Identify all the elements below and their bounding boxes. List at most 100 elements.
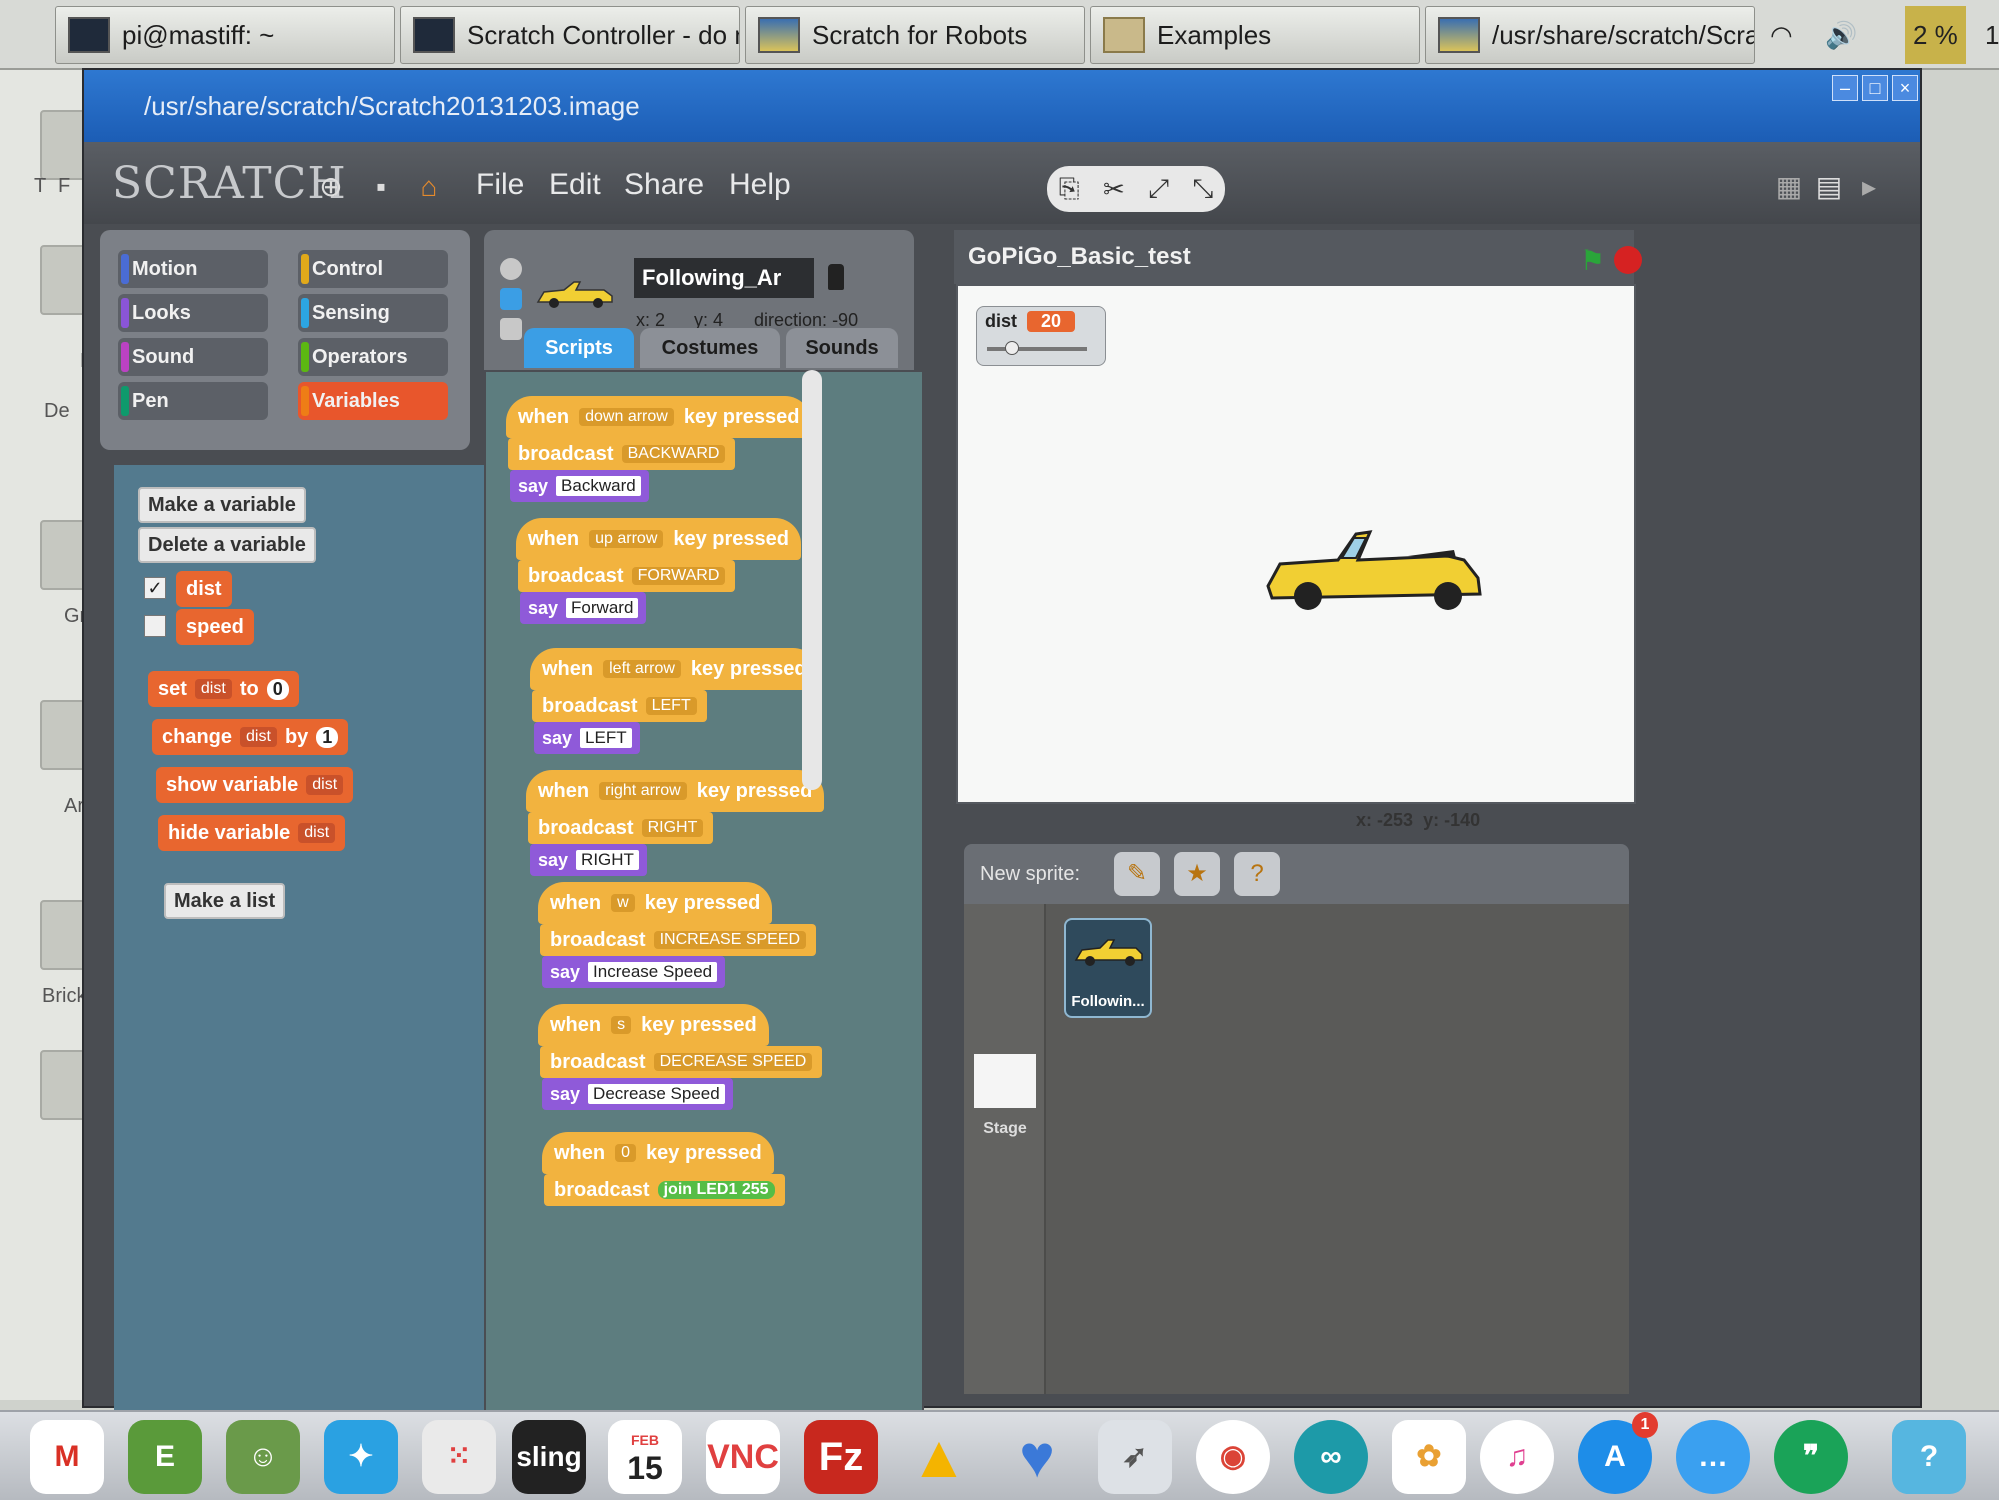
volume-icon[interactable]: 🔊 <box>1825 6 1857 64</box>
when-key-hat-block[interactable]: when right arrow key pressed <box>526 770 825 812</box>
contacts-icon[interactable]: ☺ <box>226 1420 300 1494</box>
flip-style-icon[interactable] <box>500 288 522 310</box>
task-scratch-robots[interactable]: Scratch for Robots <box>745 6 1085 64</box>
key-dropdown[interactable]: up arrow <box>589 530 664 548</box>
duplicate-icon[interactable]: ⎘ <box>1059 173 1080 205</box>
random-sprite-icon[interactable]: ? <box>1234 852 1280 896</box>
say-block[interactable]: say Backward <box>510 470 649 502</box>
when-key-hat-block[interactable]: when left arrow key pressed <box>530 648 819 690</box>
grow-icon[interactable]: ⤢ <box>1148 173 1169 205</box>
key-dropdown[interactable]: s <box>611 1016 632 1034</box>
task-examples[interactable]: Examples <box>1090 6 1420 64</box>
set-block[interactable]: set dist to 0 <box>148 671 299 707</box>
tab-sounds[interactable]: Sounds <box>786 328 898 368</box>
key-dropdown[interactable]: down arrow <box>579 408 674 426</box>
sprite-name-field[interactable]: Following_Ar <box>634 258 814 298</box>
menu-edit[interactable]: Edit <box>549 168 601 202</box>
category-operators[interactable]: Operators <box>298 338 448 376</box>
appstore-icon[interactable]: A1 <box>1578 1412 1658 1494</box>
tab-costumes[interactable]: Costumes <box>640 328 780 368</box>
photos-icon[interactable]: ✿ <box>1392 1420 1466 1494</box>
gmail-icon[interactable]: M <box>30 1420 104 1494</box>
small-stage-icon[interactable]: ▦ <box>1774 172 1804 202</box>
scripts-area[interactable]: when down arrow key pressed broadcast BACKW… <box>484 370 924 1450</box>
stop-button[interactable] <box>1614 246 1642 274</box>
category-variables[interactable]: Variables <box>298 382 448 420</box>
evernote-icon[interactable]: E <box>128 1420 202 1494</box>
minimize-button[interactable]: – <box>1832 75 1858 101</box>
var-reporter-speed[interactable]: speed <box>176 609 254 645</box>
menu-help[interactable]: Help <box>729 168 791 202</box>
apps-grid-icon[interactable]: ⁙ <box>422 1420 496 1494</box>
key-dropdown[interactable]: 0 <box>615 1144 637 1162</box>
key-dropdown[interactable]: w <box>611 894 635 912</box>
close-button[interactable]: × <box>1892 75 1918 101</box>
calendar-app[interactable]: FEB 15 <box>608 1420 682 1494</box>
make-list-button[interactable]: Make a list <box>164 883 286 919</box>
twitter-icon[interactable]: ✦ <box>324 1420 398 1494</box>
dist-checkbox[interactable]: ✓ <box>144 577 166 599</box>
delete-variable-button[interactable]: Delete a variable <box>138 527 316 563</box>
var-dropdown[interactable]: dist <box>240 727 277 747</box>
when-key-hat-block[interactable]: when up arrow key pressed <box>516 518 802 560</box>
hangouts-icon[interactable]: ❞ <box>1774 1420 1848 1494</box>
say-text[interactable]: RIGHT <box>576 850 639 870</box>
join-reporter[interactable]: join LED1 255 <box>657 1181 775 1199</box>
battery-status[interactable]: 2 % <box>1905 6 1966 64</box>
category-looks[interactable]: Looks <box>118 294 268 332</box>
var-dropdown[interactable]: dist <box>194 679 232 699</box>
say-block[interactable]: say LEFT <box>534 722 640 754</box>
say-text[interactable]: Forward <box>566 598 639 618</box>
menu-share[interactable]: Share <box>624 168 704 202</box>
window-titlebar[interactable]: /usr/share/scratch/Scratch20131203.image <box>84 70 1920 142</box>
help-icon[interactable]: ? <box>1892 1420 1966 1494</box>
messages-icon[interactable]: … <box>1676 1420 1750 1494</box>
task-scratch-folder[interactable]: /usr/share/scratch/Scra... <box>1425 6 1755 64</box>
message-dropdown[interactable]: FORWARD <box>631 567 726 585</box>
no-rotate-icon[interactable] <box>500 318 522 340</box>
stage-thumbnail[interactable] <box>974 1054 1036 1108</box>
normal-stage-icon[interactable]: ▤ <box>1814 172 1844 202</box>
var-reporter-dist[interactable]: dist <box>176 571 232 607</box>
say-text[interactable]: Increase Speed <box>588 962 718 982</box>
launchpad-icon[interactable]: ➶ <box>1098 1420 1172 1494</box>
say-text[interactable]: Backward <box>556 476 641 496</box>
message-dropdown[interactable]: RIGHT <box>641 819 704 837</box>
cut-icon[interactable]: ✂ <box>1103 174 1125 205</box>
variable-monitor[interactable]: dist 20 <box>976 306 1106 366</box>
sprite-tile[interactable]: Followin... <box>1064 918 1152 1018</box>
value-input[interactable]: 0 <box>266 678 289 700</box>
arduino-icon[interactable]: ∞ <box>1294 1420 1368 1494</box>
shrink-icon[interactable]: ⤡ <box>1192 173 1213 205</box>
key-dropdown[interactable]: left arrow <box>603 660 681 678</box>
broadcast-block[interactable]: broadcast BACKWARD <box>508 438 736 470</box>
choose-sprite-icon[interactable]: ★ <box>1174 852 1220 896</box>
green-flag-icon[interactable]: ⚑ <box>1580 244 1605 277</box>
presentation-icon[interactable]: ▸ <box>1854 172 1884 202</box>
message-dropdown[interactable]: INCREASE SPEED <box>653 931 807 949</box>
hide-variable-block[interactable]: hide variable dist <box>158 815 346 851</box>
chrome-icon[interactable]: ◉ <box>1196 1420 1270 1494</box>
var-dropdown[interactable]: dist <box>306 775 344 795</box>
save-icon[interactable]: ▪ <box>366 172 396 202</box>
task-terminal[interactable]: pi@mastiff: ~ <box>55 6 395 64</box>
wifi-icon[interactable]: ◠ <box>1770 6 1793 64</box>
message-dropdown[interactable]: DECREASE SPEED <box>653 1053 813 1071</box>
filezilla-app[interactable]: Fz <box>804 1420 878 1494</box>
when-key-hat-block[interactable]: when w key pressed <box>538 882 773 924</box>
value-input[interactable]: 1 <box>316 726 339 748</box>
say-block[interactable]: say Decrease Speed <box>542 1078 733 1110</box>
stage[interactable]: dist 20 <box>956 284 1636 804</box>
broadcast-block[interactable]: broadcast RIGHT <box>528 812 714 844</box>
broadcast-block[interactable]: broadcast DECREASE SPEED <box>540 1046 823 1078</box>
car-sprite[interactable] <box>1258 526 1488 626</box>
var-dropdown[interactable]: dist <box>298 823 336 843</box>
paint-sprite-icon[interactable]: ✎ <box>1114 852 1160 896</box>
category-sensing[interactable]: Sensing <box>298 294 448 332</box>
broadcast-block[interactable]: broadcast join LED1 255 <box>544 1174 785 1206</box>
say-block[interactable]: say RIGHT <box>530 844 647 876</box>
broadcast-block[interactable]: broadcast FORWARD <box>518 560 736 592</box>
message-dropdown[interactable]: LEFT <box>645 697 697 715</box>
globe-icon[interactable]: ⊕ <box>316 172 346 202</box>
maximize-button[interactable]: □ <box>1862 75 1888 101</box>
